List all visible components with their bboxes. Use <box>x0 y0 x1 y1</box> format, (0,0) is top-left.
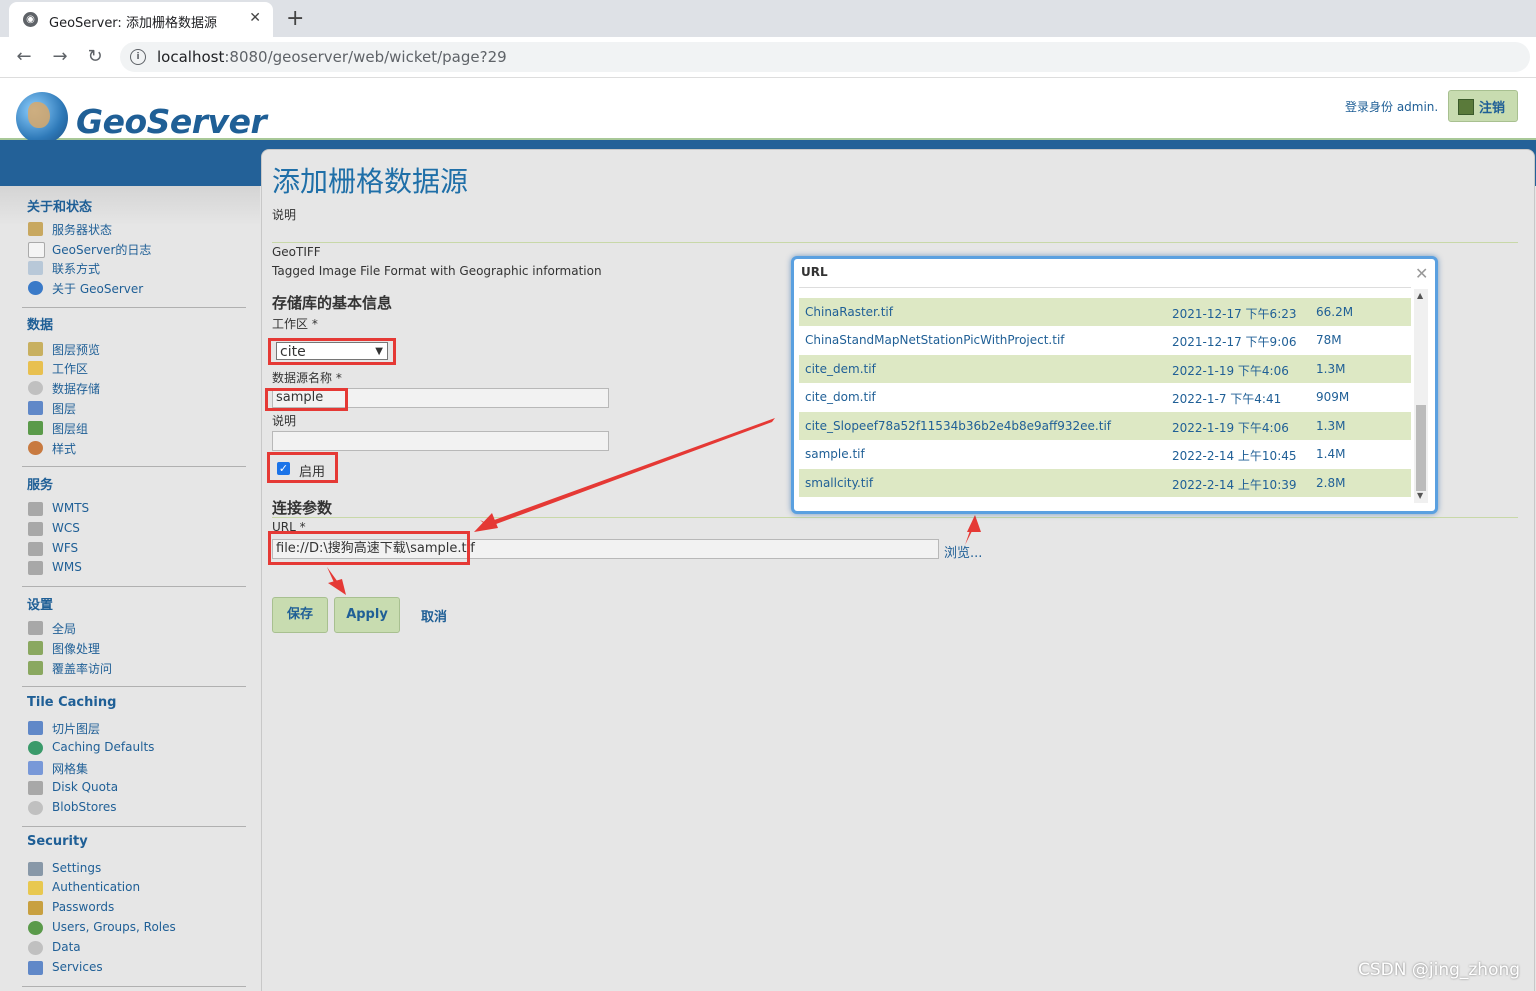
close-icon[interactable]: ✕ <box>1415 264 1428 283</box>
globe-icon <box>28 741 43 755</box>
service-icon <box>28 502 43 516</box>
page-description: 说明 <box>272 208 297 222</box>
info-icon[interactable]: i <box>130 49 146 65</box>
address-bar[interactable]: i localhost:8080/geoserver/web/wicket/pa… <box>120 42 1530 72</box>
sidebar-section-about: 关于和状态 <box>27 200 93 215</box>
forward-icon[interactable]: → <box>47 44 73 70</box>
grid-icon <box>28 761 43 775</box>
store-name-label: 数据源名称 * <box>272 371 342 385</box>
new-tab-icon[interactable]: + <box>286 6 304 31</box>
geoserver-logo[interactable]: GeoServer <box>76 102 267 141</box>
browser-toolbar: ← → ↻ i localhost:8080/geoserver/web/wic… <box>0 37 1536 78</box>
save-button[interactable]: 保存 <box>272 597 328 633</box>
geoserver-header: GeoServer 登录身份 admin. 注销 <box>0 78 1536 144</box>
file-row[interactable]: cite_Slopeef78a52f11534b36b2e4b8e9aff932… <box>799 412 1411 440</box>
connection-params-heading: 连接参数 <box>272 499 333 517</box>
back-icon[interactable]: ← <box>11 44 37 70</box>
file-row[interactable] <box>799 287 1411 288</box>
browse-link[interactable]: 浏览... <box>944 542 982 561</box>
page-title: 添加栅格数据源 <box>272 165 469 198</box>
file-row[interactable]: cite_dem.tif 2022-1-19 下午4:06 1.3M <box>799 355 1411 383</box>
basic-info-heading: 存储库的基本信息 <box>272 294 393 312</box>
wrench-icon <box>28 862 43 876</box>
image-icon <box>28 641 43 655</box>
login-info: 登录身份 admin. <box>1345 100 1439 114</box>
divider <box>22 986 246 987</box>
service-icon <box>28 542 43 556</box>
file-row[interactable]: ChinaRaster.tif 2021-12-17 下午6:23 66.2M <box>799 298 1411 326</box>
server-icon <box>28 222 43 236</box>
store-description-label: 说明 <box>272 414 297 428</box>
divider <box>22 686 246 687</box>
document-icon <box>28 242 45 258</box>
service-icon <box>28 561 43 575</box>
highlight-enabled <box>267 452 338 483</box>
database-icon <box>28 941 43 955</box>
scroll-up-icon[interactable]: ▲ <box>1417 291 1423 300</box>
close-icon[interactable]: ✕ <box>249 10 261 26</box>
address-url[interactable]: localhost:8080/geoserver/web/wicket/page… <box>157 48 507 66</box>
sidebar-section-data: 数据 <box>27 318 54 333</box>
sidebar-section-settings: 设置 <box>27 598 54 613</box>
globe-icon: ◉ <box>23 12 38 27</box>
browser-tabstrip: ◉ GeoServer: 添加栅格数据源 ✕ + <box>0 0 1536 37</box>
format-description: Tagged Image File Format with Geographic… <box>272 264 602 278</box>
workspace-label: 工作区 * <box>272 317 318 331</box>
logout-button[interactable]: 注销 <box>1448 90 1518 122</box>
shield-icon <box>28 881 43 895</box>
file-list: ChinaRaster.tif 2021-12-17 下午6:23 66.2M Ch… <box>799 287 1411 504</box>
map-icon <box>28 342 43 356</box>
palette-icon <box>28 441 43 455</box>
folder-icon <box>28 361 43 375</box>
service-icon <box>28 961 43 975</box>
server-icon <box>28 621 43 635</box>
highlight-url <box>268 531 470 565</box>
file-list-scrollbar[interactable]: ▲ ▼ <box>1414 289 1428 503</box>
file-row[interactable]: sample.tif 2022-2-14 上午10:45 1.4M <box>799 440 1411 468</box>
tab-title: GeoServer: 添加栅格数据源 <box>49 16 217 31</box>
lock-icon <box>28 901 43 915</box>
scroll-down-icon[interactable]: ▼ <box>1417 491 1423 500</box>
divider <box>22 466 246 467</box>
file-row[interactable]: cite_dom.tif 2022-1-7 下午4:41 909M <box>799 383 1411 411</box>
divider <box>22 826 246 827</box>
sidebar-section-services: 服务 <box>27 478 54 493</box>
divider <box>272 242 1518 243</box>
scrollbar-thumb[interactable] <box>1416 405 1426 491</box>
divider <box>272 517 1518 518</box>
file-row[interactable]: smallcity.tif 2022-2-14 上午10:39 2.8M <box>799 469 1411 497</box>
highlight-store-name <box>265 388 348 411</box>
sidebar: 关于和状态 服务器状态 GeoServer的日志 联系方式 关于 GeoServ… <box>0 186 260 990</box>
geoserver-globe-icon <box>16 92 68 144</box>
file-chooser-dialog: URL ✕ ChinaRaster.tif 2021-12-17 下午6:23 66… <box>791 256 1438 514</box>
store-description-input[interactable] <box>272 431 609 451</box>
apply-button[interactable]: Apply <box>334 597 400 633</box>
grid-icon <box>28 721 43 735</box>
dialog-title: URL <box>801 265 828 279</box>
watermark: CSDN @jing_zhong <box>1358 960 1521 980</box>
highlight-workspace <box>268 338 396 365</box>
layer-icon <box>28 401 43 415</box>
browser-tab[interactable]: ◉ GeoServer: 添加栅格数据源 ✕ <box>9 2 273 37</box>
disk-icon <box>28 781 43 795</box>
image-icon <box>28 661 43 675</box>
layer-group-icon <box>28 421 43 435</box>
divider <box>22 307 246 308</box>
contact-card-icon <box>28 261 43 275</box>
database-icon <box>28 381 43 395</box>
users-icon <box>28 921 43 935</box>
info-circle-icon <box>28 281 43 295</box>
format-name: GeoTIFF <box>272 245 321 259</box>
database-icon <box>28 801 43 815</box>
file-row[interactable]: ChinaStandMapNetStationPicWithProject.ti… <box>799 326 1411 354</box>
sidebar-section-security: Security <box>27 834 88 849</box>
service-icon <box>28 522 43 536</box>
door-icon <box>1458 99 1474 115</box>
divider <box>22 586 246 587</box>
cancel-link[interactable]: 取消 <box>421 606 447 625</box>
reload-icon[interactable]: ↻ <box>82 44 108 70</box>
sidebar-section-tile-caching: Tile Caching <box>27 695 117 710</box>
